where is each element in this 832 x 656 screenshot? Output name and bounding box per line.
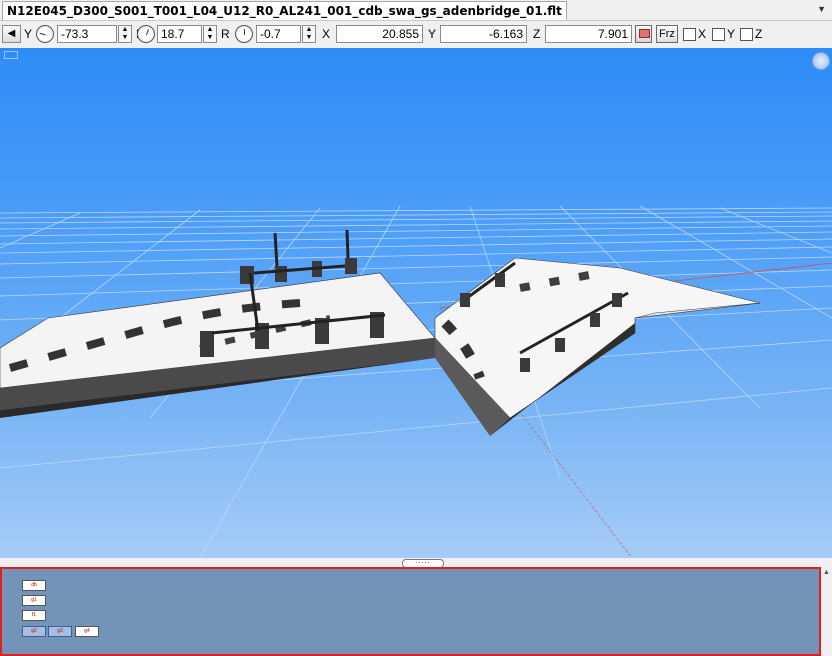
yaw-dial-icon[interactable] xyxy=(36,25,54,43)
graph-node[interactable]: g3 xyxy=(48,626,72,637)
pane-splitter[interactable]: ..... xyxy=(0,558,832,568)
color-picker-button[interactable] xyxy=(635,25,652,43)
x-position-input[interactable]: 20.855 xyxy=(336,25,423,43)
yaw-spinner[interactable]: ▲ ▼ xyxy=(118,25,132,43)
graph-node[interactable]: f1 xyxy=(22,610,46,621)
bridge-right-span xyxy=(434,257,761,436)
x-position-label: X xyxy=(322,27,331,41)
lock-z-label: Z xyxy=(755,27,763,41)
y-position-input[interactable]: -6.163 xyxy=(440,25,527,43)
graph-node[interactable]: g1 xyxy=(22,595,46,606)
bridge-left-span xyxy=(0,229,436,418)
scene-canvas xyxy=(0,205,832,558)
color-swatch-icon xyxy=(639,29,650,38)
lock-x-checkbox[interactable] xyxy=(683,28,696,41)
tab-list-dropdown-icon[interactable]: ▼ xyxy=(817,4,826,14)
3d-viewport[interactable] xyxy=(0,48,832,558)
camera-mode-button[interactable]: ◀ xyxy=(2,25,21,43)
camera-icon: ◀ xyxy=(7,28,16,39)
z-position-input[interactable]: 7.901 xyxy=(545,25,632,43)
y-position-label: Y xyxy=(428,27,437,41)
pitch-input[interactable]: 18.7 xyxy=(157,25,202,43)
scroll-up-icon[interactable]: ▲ xyxy=(823,569,830,576)
roll-input[interactable]: -0.7 xyxy=(256,25,301,43)
axis-gizmo-icon[interactable] xyxy=(812,52,830,70)
roll-label: R xyxy=(221,27,230,41)
pitch-spinner[interactable]: ▲ ▼ xyxy=(203,25,217,43)
transform-toolbar: ◀ Y -73.3 ▲▼ P 18.7 ▲▼ R -0.7 ▲▼ X 20.85… xyxy=(0,21,832,48)
lock-z-checkbox[interactable] xyxy=(740,28,753,41)
panel-scrollbar[interactable]: ▲ xyxy=(821,567,832,656)
lock-x-label: X xyxy=(698,27,707,41)
viewport-corner-icon xyxy=(4,51,18,59)
lock-y-checkbox[interactable] xyxy=(712,28,725,41)
z-position-label: Z xyxy=(533,27,541,41)
roll-spinner[interactable]: ▲ ▼ xyxy=(302,25,316,43)
document-tab[interactable]: N12E045_D300_S001_T001_L04_U12_R0_AL241_… xyxy=(2,1,567,20)
lock-y-label: Y xyxy=(727,27,736,41)
graph-node[interactable]: g4 xyxy=(75,626,99,637)
hierarchy-graph-panel[interactable]: db g1 f1 g2 g3 g4 xyxy=(0,567,821,656)
graph-node[interactable]: db xyxy=(22,580,46,591)
graph-node[interactable]: g2 xyxy=(22,626,46,637)
yaw-input[interactable]: -73.3 xyxy=(57,25,117,43)
document-tab-bar: N12E045_D300_S001_T001_L04_U12_R0_AL241_… xyxy=(0,0,832,21)
freeze-button[interactable]: Frz xyxy=(656,25,678,43)
yaw-label: Y xyxy=(24,27,33,41)
pitch-dial-icon[interactable] xyxy=(137,25,155,43)
roll-dial-icon[interactable] xyxy=(235,25,253,43)
